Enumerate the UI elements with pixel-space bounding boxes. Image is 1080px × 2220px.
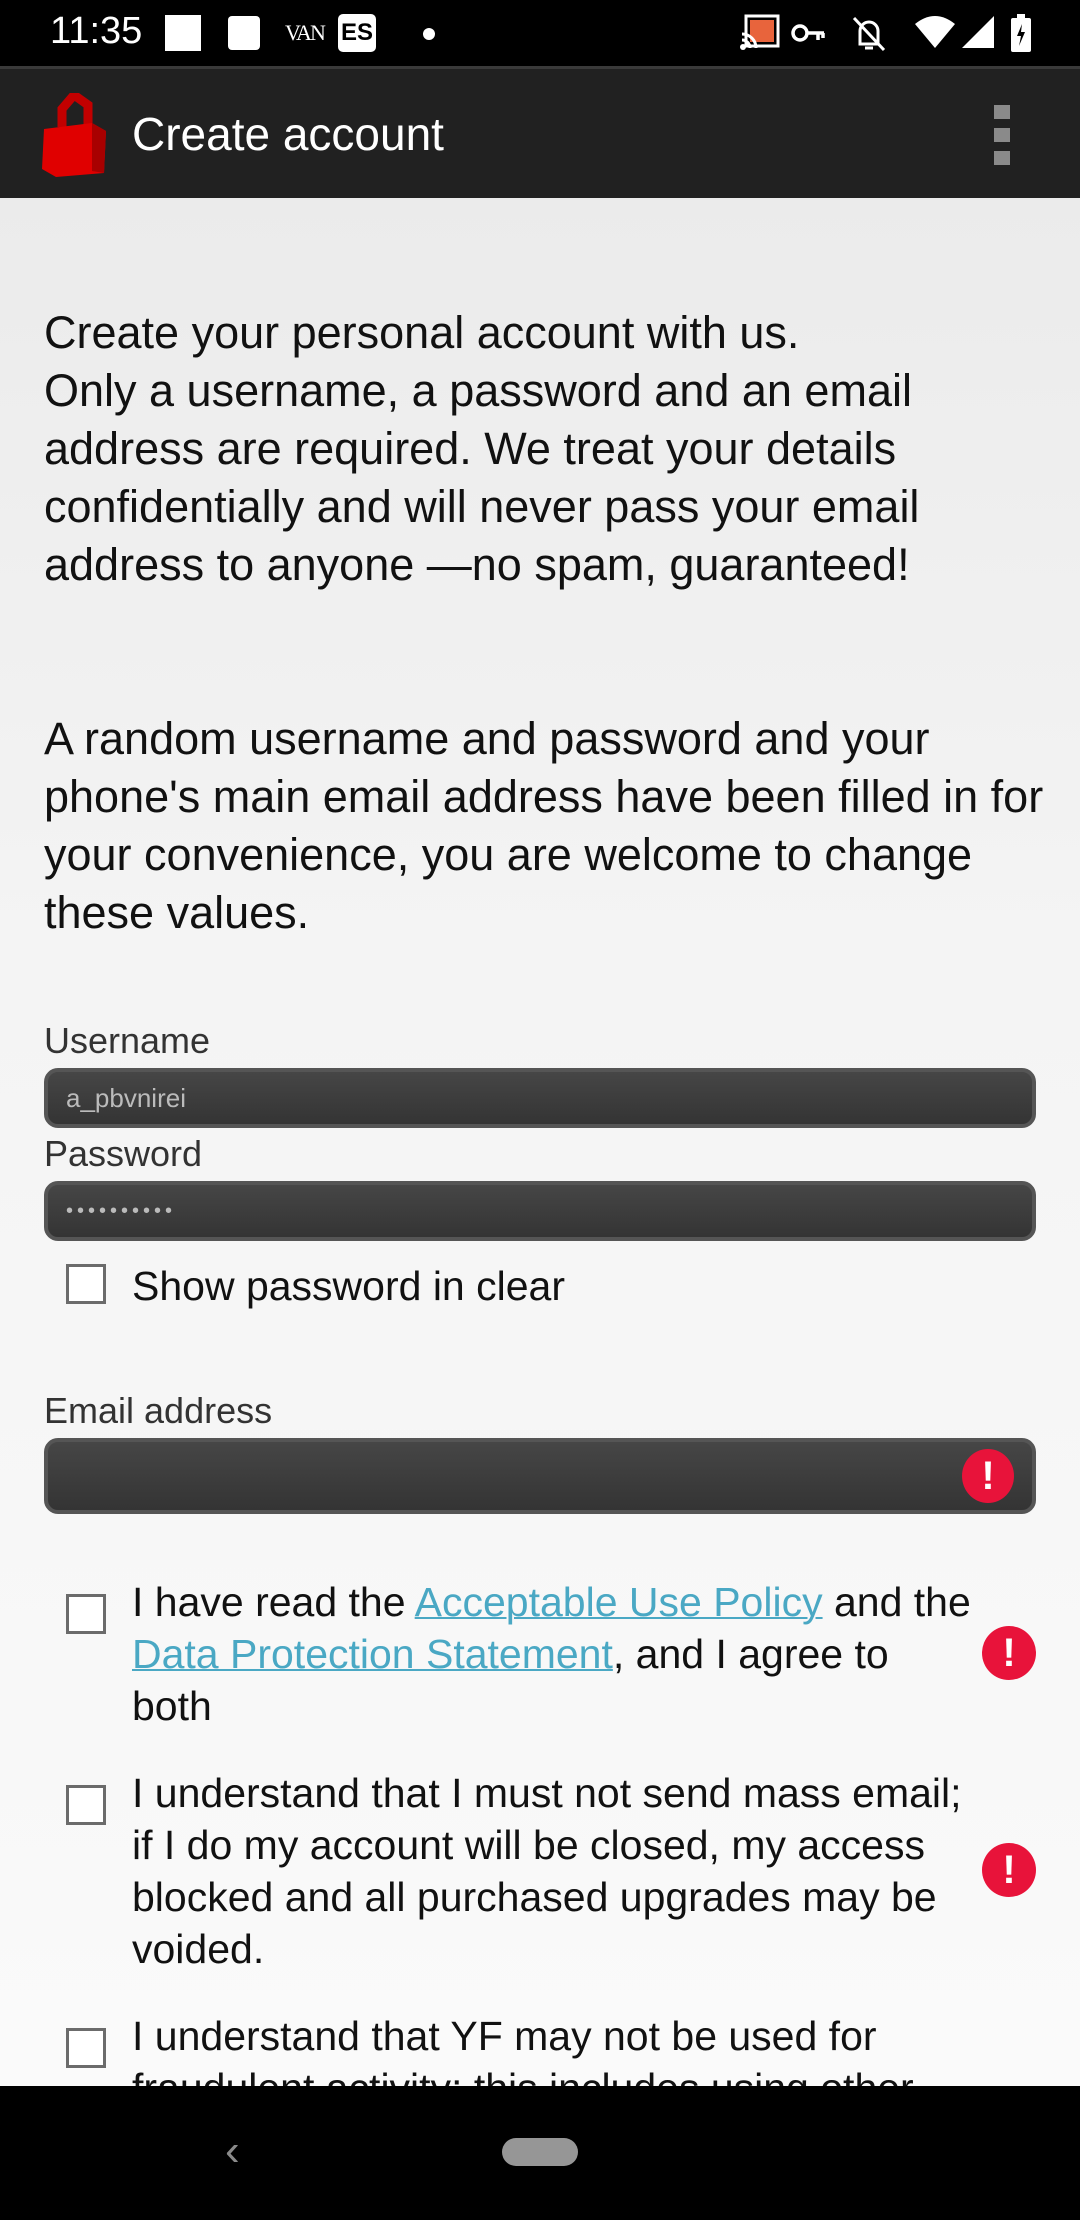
status-bar: 11:35 VAN ES <box>0 0 1080 66</box>
back-icon[interactable]: ‹ <box>225 2126 240 2176</box>
vpn-key-icon <box>791 24 825 42</box>
password-value: •••••••••• <box>66 1200 177 1222</box>
mass-email-agreement-label: I understand that I must not send mass e… <box>132 1770 962 1972</box>
acceptable-use-policy-link[interactable]: Acceptable Use Policy <box>415 1579 823 1625</box>
cast-icon <box>740 14 780 50</box>
signal-icon <box>962 16 994 48</box>
app-bar: Create account <box>0 66 1080 198</box>
password-label: Password <box>44 1133 203 1174</box>
username-value: a_pbvnirei <box>66 1083 186 1113</box>
notification-square-icon <box>165 15 201 51</box>
dot-icon <box>423 28 435 40</box>
more-vert-icon[interactable] <box>990 105 1014 167</box>
create-account-form: Create your personal account with us. On… <box>0 198 1080 2086</box>
show-password-label[interactable]: Show password in clear <box>132 1260 565 1312</box>
battery-charging-icon <box>1011 14 1031 52</box>
show-password-checkbox[interactable] <box>66 1264 106 1304</box>
email-input[interactable]: ! <box>44 1438 1036 1514</box>
aup-agreement-checkbox[interactable] <box>66 1594 106 1634</box>
intro-paragraph-1: Create your personal account with us. On… <box>44 307 920 590</box>
mass-email-error-icon[interactable]: ! <box>982 1843 1036 1897</box>
password-input[interactable]: •••••••••• <box>44 1181 1036 1241</box>
username-label: Username <box>44 1020 211 1061</box>
van-icon: VAN <box>285 20 326 45</box>
wifi-icon <box>915 16 955 48</box>
page-title: Create account <box>132 108 444 160</box>
intro-paragraph-2: A random username and password and your … <box>44 713 1044 938</box>
red-padlock-icon <box>42 93 106 177</box>
data-protection-statement-link[interactable]: Data Protection Statement <box>132 1631 613 1677</box>
email-label: Email address <box>44 1390 273 1431</box>
es-icon: ES <box>338 14 376 52</box>
aup-agreement-label: I have read the Acceptable Use Policy an… <box>132 1576 972 1732</box>
email-error-icon[interactable]: ! <box>962 1449 1014 1503</box>
system-nav-bar: ‹ <box>0 2086 1080 2220</box>
home-pill-icon[interactable] <box>502 2138 578 2166</box>
username-input[interactable]: a_pbvnirei <box>44 1068 1036 1128</box>
aup-error-icon[interactable]: ! <box>982 1626 1036 1680</box>
mass-email-agreement-checkbox[interactable] <box>66 1785 106 1825</box>
status-time: 11:35 <box>50 10 143 52</box>
intro-text: Create your personal account with us. On… <box>44 246 1044 1000</box>
bell-off-icon <box>852 16 886 52</box>
fraud-agreement-checkbox[interactable] <box>66 2028 106 2068</box>
aup-text-before: I have read the <box>132 1579 415 1625</box>
notification-square-icon <box>228 16 260 50</box>
fraud-agreement-label: I understand that YF may not be used for… <box>132 2013 914 2086</box>
aup-text-mid: and the <box>822 1579 971 1625</box>
